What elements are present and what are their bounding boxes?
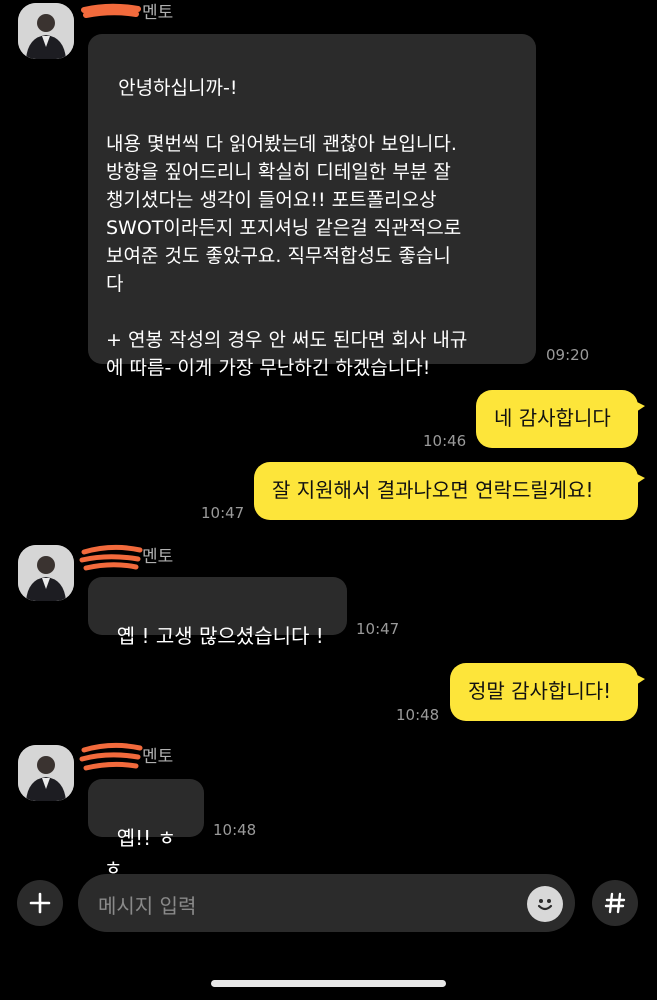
sender-name: 멘토 xyxy=(142,547,174,567)
sender-name: 멘토 xyxy=(142,3,174,23)
home-indicator[interactable] xyxy=(211,980,446,987)
message-text: 옙!! ㅎㅎ xyxy=(104,826,176,880)
emoji-button[interactable] xyxy=(527,886,563,922)
message-text: 안녕하십니까-! 내용 몇번씩 다 읽어봤는데 괜찮아 보입니다. 방향을 짚어… xyxy=(106,77,468,379)
message-time: 09:20 xyxy=(546,346,590,364)
message-time: 10:47 xyxy=(356,620,400,638)
name-redaction-scribble xyxy=(81,3,141,18)
message-bubble-incoming[interactable]: 옙 ! 고생 많으셨습니다 ! xyxy=(88,577,347,648)
message-bubble-incoming[interactable]: 옙!! ㅎㅎ xyxy=(88,779,204,880)
message-text: 정말 감사합니다! xyxy=(468,679,612,703)
name-redaction-scribble xyxy=(79,742,143,771)
message-time: 10:46 xyxy=(423,432,467,450)
sender-avatar[interactable] xyxy=(18,3,74,59)
hash-icon xyxy=(604,892,626,914)
message-bubble-outgoing[interactable]: 정말 감사합니다! xyxy=(450,663,645,721)
add-attachment-button[interactable] xyxy=(17,880,63,926)
message-bubble-outgoing[interactable]: 네 감사합니다 xyxy=(476,390,645,448)
message-input-placeholder: 메시지 입력 xyxy=(98,894,197,918)
message-text: 네 감사합니다 xyxy=(494,406,611,430)
message-bubble-outgoing[interactable]: 잘 지원해서 결과나오면 연락드릴게요! xyxy=(254,462,645,520)
message-time: 10:47 xyxy=(201,504,245,522)
sender-avatar[interactable] xyxy=(18,745,74,801)
message-input[interactable]: 메시지 입력 xyxy=(78,874,575,932)
plus-icon xyxy=(29,892,51,914)
sender-avatar[interactable] xyxy=(18,545,74,601)
avatar-icon xyxy=(18,745,74,801)
hashtag-search-button[interactable] xyxy=(592,880,638,926)
name-redaction-scribble xyxy=(79,544,143,571)
avatar-icon xyxy=(18,3,74,59)
message-time: 10:48 xyxy=(396,706,440,724)
message-time: 10:48 xyxy=(213,821,257,839)
message-text: 옙 ! 고생 많으셨습니다 ! xyxy=(116,624,324,648)
message-text: 잘 지원해서 결과나오면 연락드릴게요! xyxy=(272,478,594,502)
avatar-icon xyxy=(18,545,74,601)
message-bubble-incoming[interactable]: 안녕하십니까-! 내용 몇번씩 다 읽어봤는데 괜찮아 보입니다. 방향을 짚어… xyxy=(88,34,536,379)
emoji-icon xyxy=(537,899,553,911)
sender-name: 멘토 xyxy=(142,747,174,767)
